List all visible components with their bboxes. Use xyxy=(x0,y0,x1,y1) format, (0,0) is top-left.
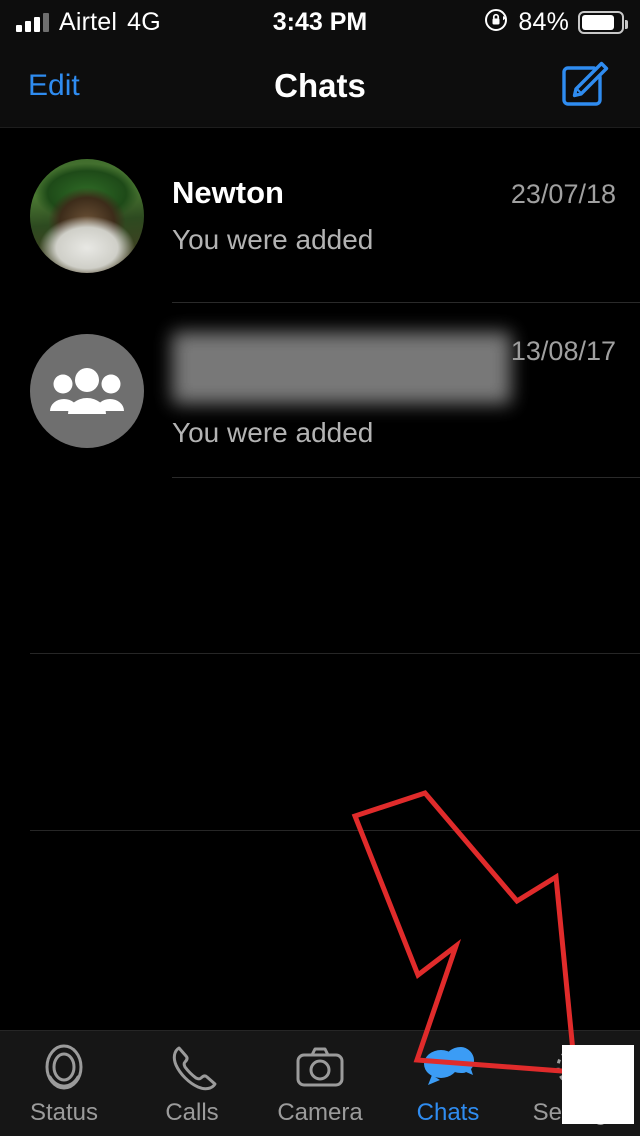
chat-preview: You were added xyxy=(172,224,374,255)
battery-icon xyxy=(578,10,628,34)
chat-row-body: Newton 23/07/18 You were added xyxy=(172,159,640,273)
chat-row-body: ████ ██████ █████ 13/08/17 You were adde… xyxy=(172,332,640,448)
tab-calls[interactable]: Calls xyxy=(128,1031,256,1136)
tab-chats[interactable]: Chats xyxy=(384,1031,512,1136)
tab-label: Camera xyxy=(277,1098,363,1126)
chat-list[interactable]: Newton 23/07/18 You were added ████ ████… xyxy=(0,128,640,1030)
phone-icon xyxy=(166,1041,218,1093)
chat-date: 13/08/17 xyxy=(510,336,616,366)
empty-row-separator xyxy=(30,653,640,654)
tab-camera[interactable]: Camera xyxy=(256,1031,384,1136)
tab-status[interactable]: Status xyxy=(0,1031,128,1136)
chat-title-redacted: ████ ██████ █████ xyxy=(172,332,511,404)
tab-label: Calls xyxy=(165,1098,219,1126)
group-people-icon xyxy=(30,333,144,448)
row-separator xyxy=(172,477,640,478)
tab-label: Status xyxy=(29,1098,99,1126)
chat-preview: You were added xyxy=(172,417,374,448)
chat-date: 23/07/18 xyxy=(510,179,616,209)
white-redaction-box xyxy=(562,1045,634,1124)
camera-icon xyxy=(294,1041,346,1093)
edit-button[interactable]: Edit xyxy=(28,69,80,103)
chat-title: Newton xyxy=(172,175,284,210)
signal-strength-icon xyxy=(16,12,49,32)
status-bar-left: Airtel 4G xyxy=(16,8,161,37)
status-bar-right: 84% xyxy=(483,7,628,38)
compose-icon[interactable] xyxy=(556,58,612,114)
dog-photo-avatar xyxy=(30,158,144,273)
empty-row-separator xyxy=(30,830,640,831)
battery-percent-label: 84% xyxy=(518,7,569,36)
carrier-label: Airtel xyxy=(59,7,118,36)
status-bar: Airtel 4G 3:43 PM 84% xyxy=(0,0,640,44)
chat-list-item[interactable]: ████ ██████ █████ 13/08/17 You were adde… xyxy=(0,303,640,478)
rotation-lock-icon xyxy=(483,7,509,38)
chat-bubbles-icon xyxy=(419,1041,477,1093)
tab-label: Chats xyxy=(416,1098,480,1126)
status-rings-icon xyxy=(38,1041,90,1093)
page-title: Chats xyxy=(274,66,366,104)
navigation-bar: Edit Chats xyxy=(0,44,640,128)
chat-list-item[interactable]: Newton 23/07/18 You were added xyxy=(0,128,640,303)
network-type-label: 4G xyxy=(127,7,161,36)
tab-bar: Status Calls Camera Chats xyxy=(0,1030,640,1136)
